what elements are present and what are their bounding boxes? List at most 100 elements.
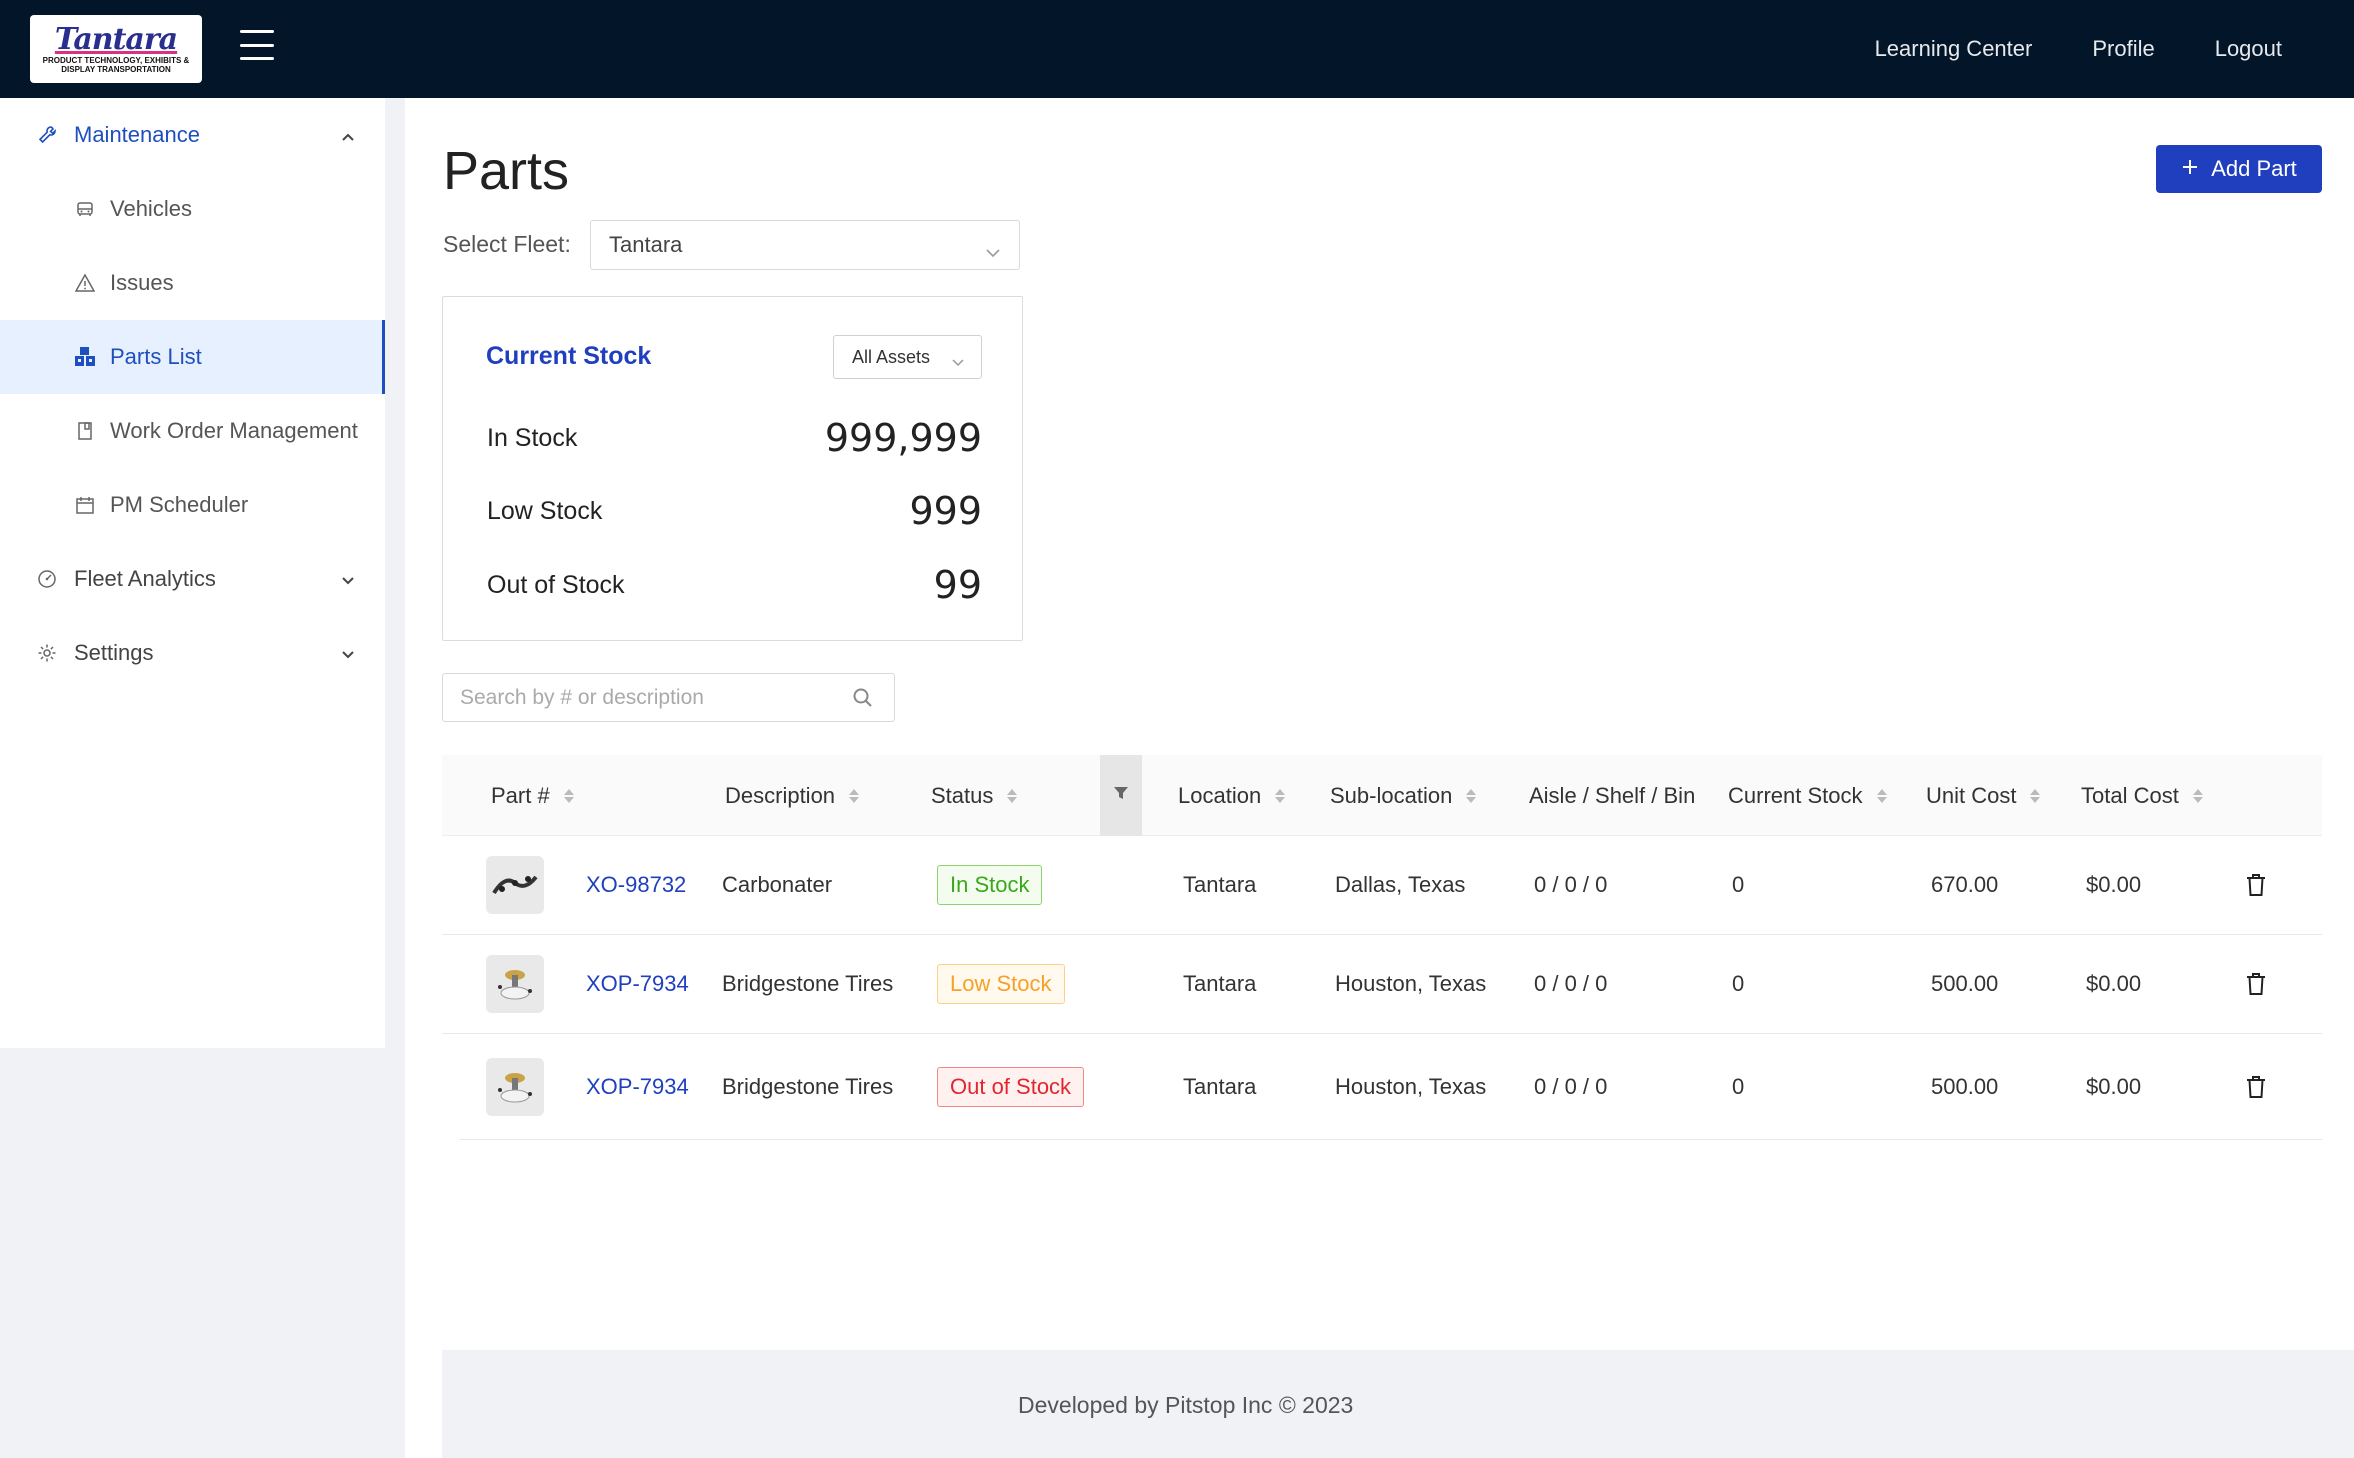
parts-table: Part # Description Status Location Sub-l… <box>442 755 2322 1140</box>
stat-label: In Stock <box>487 423 578 452</box>
delete-icon[interactable] <box>2245 935 2267 1033</box>
part-sublocation: Houston, Texas <box>1335 1073 1487 1099</box>
column-header-unit-cost[interactable]: Unit Cost <box>1926 755 2041 836</box>
part-number-link[interactable]: XO-98732 <box>586 836 686 934</box>
gear-icon <box>36 642 58 664</box>
delete-icon[interactable] <box>2245 836 2267 934</box>
column-header-location[interactable]: Location <box>1178 755 1286 836</box>
sidebar-item-label: Work Order Management <box>110 418 358 443</box>
filter-icon <box>1113 785 1129 806</box>
sidebar-item-label: Issues <box>110 270 174 295</box>
sidebar-item-work-order-management[interactable]: Work Order Management <box>0 394 385 468</box>
search-icon[interactable] <box>852 687 874 714</box>
table-row: XO-98732 Carbonater In Stock Tantara Dal… <box>442 836 2322 935</box>
profile-link[interactable]: Profile <box>2092 36 2154 62</box>
stat-label: Low Stock <box>487 496 603 525</box>
part-location: Tantara <box>1183 872 1257 897</box>
sidebar-group-label: Maintenance <box>74 122 200 147</box>
part-aisle-shelf-bin: 0 / 0 / 0 <box>1534 971 1608 996</box>
column-header-description[interactable]: Description <box>725 755 860 836</box>
part-unit-cost: 500.00 <box>1931 1073 1999 1099</box>
menu-toggle-icon[interactable] <box>240 30 274 60</box>
fleet-select-value: Tantara <box>609 232 683 257</box>
part-unit-cost: 500.00 <box>1931 971 1999 996</box>
delete-icon[interactable] <box>2245 1034 2267 1139</box>
top-navbar: Tantara PRODUCT TECHNOLOGY, EXHIBITS & D… <box>0 0 2354 98</box>
assets-filter-value: All Assets <box>852 346 931 367</box>
sort-icon <box>563 788 574 803</box>
column-header-sublocation[interactable]: Sub-location <box>1330 755 1477 836</box>
part-image <box>486 955 544 1013</box>
stat-value: 999 <box>909 489 982 533</box>
logo-text: Tantara <box>54 22 178 57</box>
part-thumbnail[interactable] <box>486 935 544 1033</box>
table-header: Part # Description Status Location Sub-l… <box>442 755 2322 836</box>
car-icon <box>74 198 96 220</box>
sidebar-item-vehicles[interactable]: Vehicles <box>0 172 385 246</box>
stat-value: 99 <box>933 563 982 607</box>
chevron-down-icon <box>341 568 355 594</box>
status-badge: In Stock <box>937 836 1043 934</box>
sidebar-item-label: PM Scheduler <box>110 492 249 517</box>
parts-icon <box>74 346 96 368</box>
sort-icon <box>1466 788 1477 803</box>
column-label: Description <box>725 782 836 808</box>
chevron-down-icon <box>985 239 1001 265</box>
column-label: Total Cost <box>2081 782 2179 808</box>
dashboard-icon <box>36 568 58 590</box>
wrench-icon <box>36 124 58 146</box>
clipboard-icon <box>74 420 96 442</box>
sidebar-item-issues[interactable]: Issues <box>0 246 385 320</box>
search-field <box>442 673 895 722</box>
part-image <box>486 1057 544 1116</box>
select-fleet-label: Select Fleet: <box>443 231 571 257</box>
sidebar-group-settings[interactable]: Settings <box>0 616 385 690</box>
sort-icon <box>1275 788 1286 803</box>
add-part-button[interactable]: Add Part <box>2156 145 2322 193</box>
part-description: Bridgestone Tires <box>722 971 894 996</box>
search-input[interactable] <box>460 685 840 710</box>
warning-icon <box>74 272 96 294</box>
part-thumbnail[interactable] <box>486 836 544 934</box>
current-stock-title: Current Stock <box>486 342 652 370</box>
part-total-cost: $0.00 <box>2086 872 2142 897</box>
sidebar-item-pm-scheduler[interactable]: PM Scheduler <box>0 468 385 542</box>
current-stock-card: Current Stock All Assets In Stock 999,99… <box>442 296 1023 641</box>
sidebar-item-parts-list[interactable]: Parts List <box>0 320 385 394</box>
logout-link[interactable]: Logout <box>2215 36 2282 62</box>
sidebar-group-fleet-analytics[interactable]: Fleet Analytics <box>0 542 385 616</box>
assets-filter-select[interactable]: All Assets <box>833 335 982 379</box>
part-current-stock: 0 <box>1732 1073 1745 1099</box>
table-row: XOP-7934 Bridgestone Tires Low Stock Tan… <box>442 935 2322 1034</box>
part-number-link[interactable]: XOP-7934 <box>586 935 689 1033</box>
main-content: Parts Add Part Select Fleet: Tantara Cur… <box>405 98 2354 1458</box>
footer-text: Developed by Pitstop Inc © 2023 <box>1018 1392 1354 1418</box>
column-label: Location <box>1178 782 1262 808</box>
column-label: Unit Cost <box>1926 782 2017 808</box>
part-sublocation: Dallas, Texas <box>1335 872 1466 897</box>
column-label: Part # <box>491 782 550 808</box>
part-current-stock: 0 <box>1732 971 1745 996</box>
part-thumbnail[interactable] <box>486 1034 544 1139</box>
company-logo[interactable]: Tantara PRODUCT TECHNOLOGY, EXHIBITS & D… <box>30 15 202 83</box>
sidebar: Maintenance Vehicles Issues Parts List W… <box>0 98 385 1048</box>
part-description: Carbonater <box>722 872 833 897</box>
part-total-cost: $0.00 <box>2086 971 2142 996</box>
column-header-total-cost[interactable]: Total Cost <box>2081 755 2203 836</box>
page-title: Parts <box>443 141 570 201</box>
stat-in-stock: In Stock 999,999 <box>487 416 982 460</box>
status-filter-button[interactable] <box>1100 755 1142 836</box>
status-badge: Out of Stock <box>937 1034 1085 1139</box>
sidebar-group-label: Settings <box>74 640 154 665</box>
plus-icon <box>2181 156 2199 182</box>
column-header-status[interactable]: Status <box>931 755 1018 836</box>
column-header-part[interactable]: Part # <box>491 755 574 836</box>
sort-icon <box>1876 788 1887 803</box>
fleet-select[interactable]: Tantara <box>590 220 1020 270</box>
column-header-current-stock[interactable]: Current Stock <box>1728 755 1887 836</box>
stat-value: 999,999 <box>824 416 982 460</box>
sidebar-group-maintenance[interactable]: Maintenance <box>0 98 385 172</box>
part-number-link[interactable]: XOP-7934 <box>586 1034 689 1139</box>
column-label: Current Stock <box>1728 782 1863 808</box>
learning-center-link[interactable]: Learning Center <box>1875 36 2033 62</box>
